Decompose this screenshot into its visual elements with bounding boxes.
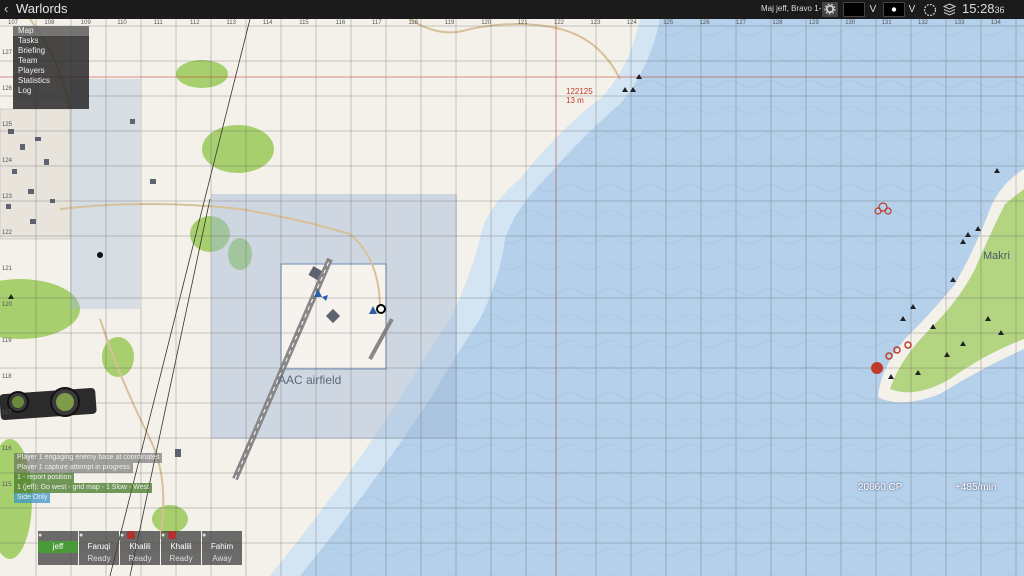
- grid-label: 112: [190, 20, 200, 26]
- grid-label: 123: [2, 194, 13, 200]
- medic-icon: [168, 531, 177, 540]
- player-marker: [376, 304, 386, 314]
- layers-icon[interactable]: [941, 2, 957, 17]
- squad-member-name: Fahim: [202, 541, 242, 553]
- grid-label: 119: [444, 20, 455, 26]
- chat-line: Player 1 capture attempt in progress: [14, 463, 133, 473]
- grid-label: 133: [954, 20, 965, 26]
- chevron-down-icon[interactable]: V: [906, 2, 918, 17]
- grid-label: 117: [372, 20, 382, 26]
- grid-label: 116: [335, 20, 346, 26]
- menu-item-log[interactable]: Log: [13, 86, 89, 96]
- command-points: 20860 CP: [858, 482, 903, 493]
- grid-label: 134: [990, 20, 1001, 26]
- grid-label: 129: [808, 20, 819, 26]
- grid-label: 122: [554, 20, 565, 26]
- squad-member[interactable]: ● Faruqi Ready: [79, 531, 119, 568]
- chat-line: 1 (jeff): Go west - grid map - 1 Slow - …: [14, 483, 153, 493]
- squad-member-name: Faruqi: [79, 541, 119, 553]
- waypoint-readout: 122125 13 m: [566, 87, 593, 105]
- grid-label: 119: [2, 338, 12, 344]
- waypoint-grid: 122125: [566, 87, 593, 96]
- grid-label: 110: [117, 20, 127, 26]
- markers-toggle[interactable]: [883, 2, 905, 17]
- menu-item-tasks[interactable]: Tasks: [13, 36, 89, 46]
- mission-title: Warlords: [16, 1, 68, 16]
- squad-member-name: jeff: [38, 541, 78, 553]
- grid-label: 120: [2, 302, 13, 308]
- grid-label: 128: [772, 20, 783, 26]
- grid-label: 125: [663, 20, 674, 26]
- squad-member-name: Khalili: [120, 541, 160, 553]
- compass-widget: [0, 387, 97, 421]
- grid-label: 131: [881, 20, 892, 26]
- squad-member[interactable]: ● Khalili Ready: [161, 531, 201, 568]
- grid-label: 125: [2, 122, 13, 128]
- squad-member[interactable]: ● Fahim Away: [202, 531, 242, 568]
- menu-item-players[interactable]: Players: [13, 66, 89, 76]
- gear-icon[interactable]: [822, 2, 838, 17]
- soldier-icon: ●: [120, 531, 160, 541]
- squad-member[interactable]: ● Khalili Ready: [120, 531, 160, 568]
- compass-icon[interactable]: [922, 2, 938, 17]
- grid-label: 132: [918, 20, 929, 26]
- grid-label: 130: [845, 20, 856, 26]
- menu-item-map[interactable]: Map: [13, 26, 89, 36]
- back-icon[interactable]: ‹: [4, 1, 8, 16]
- chat-channel: Side Only: [14, 493, 51, 503]
- textures-toggle[interactable]: [843, 2, 865, 17]
- grid-label: 127: [736, 20, 747, 26]
- grid-label: 114: [262, 20, 273, 26]
- grid-label: 127: [2, 50, 13, 56]
- squad-member-name: Khalili: [161, 541, 201, 553]
- grid-label: 111: [153, 20, 163, 26]
- soldier-icon: ●: [79, 531, 119, 541]
- grid-label: 116: [2, 446, 12, 452]
- clock: 15:2836: [962, 1, 1005, 16]
- chevron-down-icon[interactable]: V: [867, 2, 879, 17]
- grid-label: 117: [2, 410, 12, 416]
- grid-label: 113: [226, 20, 236, 26]
- grid-label: 120: [481, 20, 492, 26]
- soldier-icon: ●: [202, 531, 242, 541]
- grid-label: 118: [2, 374, 12, 380]
- chat-line: Player 1 engaging enemy base at coordina…: [14, 453, 163, 463]
- grid-label: 124: [2, 158, 13, 164]
- grid-label: 115: [2, 482, 12, 488]
- cp-rate: +485/min: [955, 482, 997, 493]
- squad-member[interactable]: ● jeff: [38, 531, 78, 568]
- sector-area: [70, 79, 140, 309]
- menu-item-statistics[interactable]: Statistics: [13, 76, 89, 86]
- squad-member-state: Ready: [79, 553, 119, 565]
- grid-label: 126: [2, 86, 13, 92]
- grid-label: 126: [699, 20, 710, 26]
- grid-label: 123: [590, 20, 601, 26]
- grid-label: 124: [626, 20, 637, 26]
- grid-label: 115: [299, 20, 309, 26]
- medic-icon: [127, 531, 136, 540]
- waypoint-distance: 13 m: [566, 96, 584, 105]
- squad-member-state: Away: [202, 553, 242, 565]
- menu-item-team[interactable]: Team: [13, 56, 89, 66]
- map-menu: Map Tasks Briefing Team Players Statisti…: [13, 26, 89, 109]
- chat-log: Player 1 engaging enemy base at coordina…: [14, 453, 163, 503]
- grid-label: 109: [80, 20, 91, 26]
- soldier-icon: ●: [161, 531, 201, 541]
- location-label: AAC airfield: [278, 373, 342, 387]
- soldier-icon: ●: [38, 531, 78, 541]
- chat-line: 1 - report position: [14, 473, 75, 483]
- squad-member-state: Ready: [161, 553, 201, 565]
- grid-label: 118: [408, 20, 418, 26]
- island-label: Makri: [983, 250, 1010, 262]
- top-bar: ‹ Warlords Maj jeff, Bravo 1-1 1 V V 15:…: [0, 0, 1024, 19]
- grid-label: 107: [8, 20, 19, 26]
- squad-member-state: Ready: [120, 553, 160, 565]
- squad-member-state: [38, 553, 78, 565]
- grid-label: 122: [2, 230, 13, 236]
- grid-label: 121: [2, 266, 13, 272]
- grid-label: 108: [44, 20, 55, 26]
- menu-item-briefing[interactable]: Briefing: [13, 46, 89, 56]
- grid-label: 121: [517, 20, 528, 26]
